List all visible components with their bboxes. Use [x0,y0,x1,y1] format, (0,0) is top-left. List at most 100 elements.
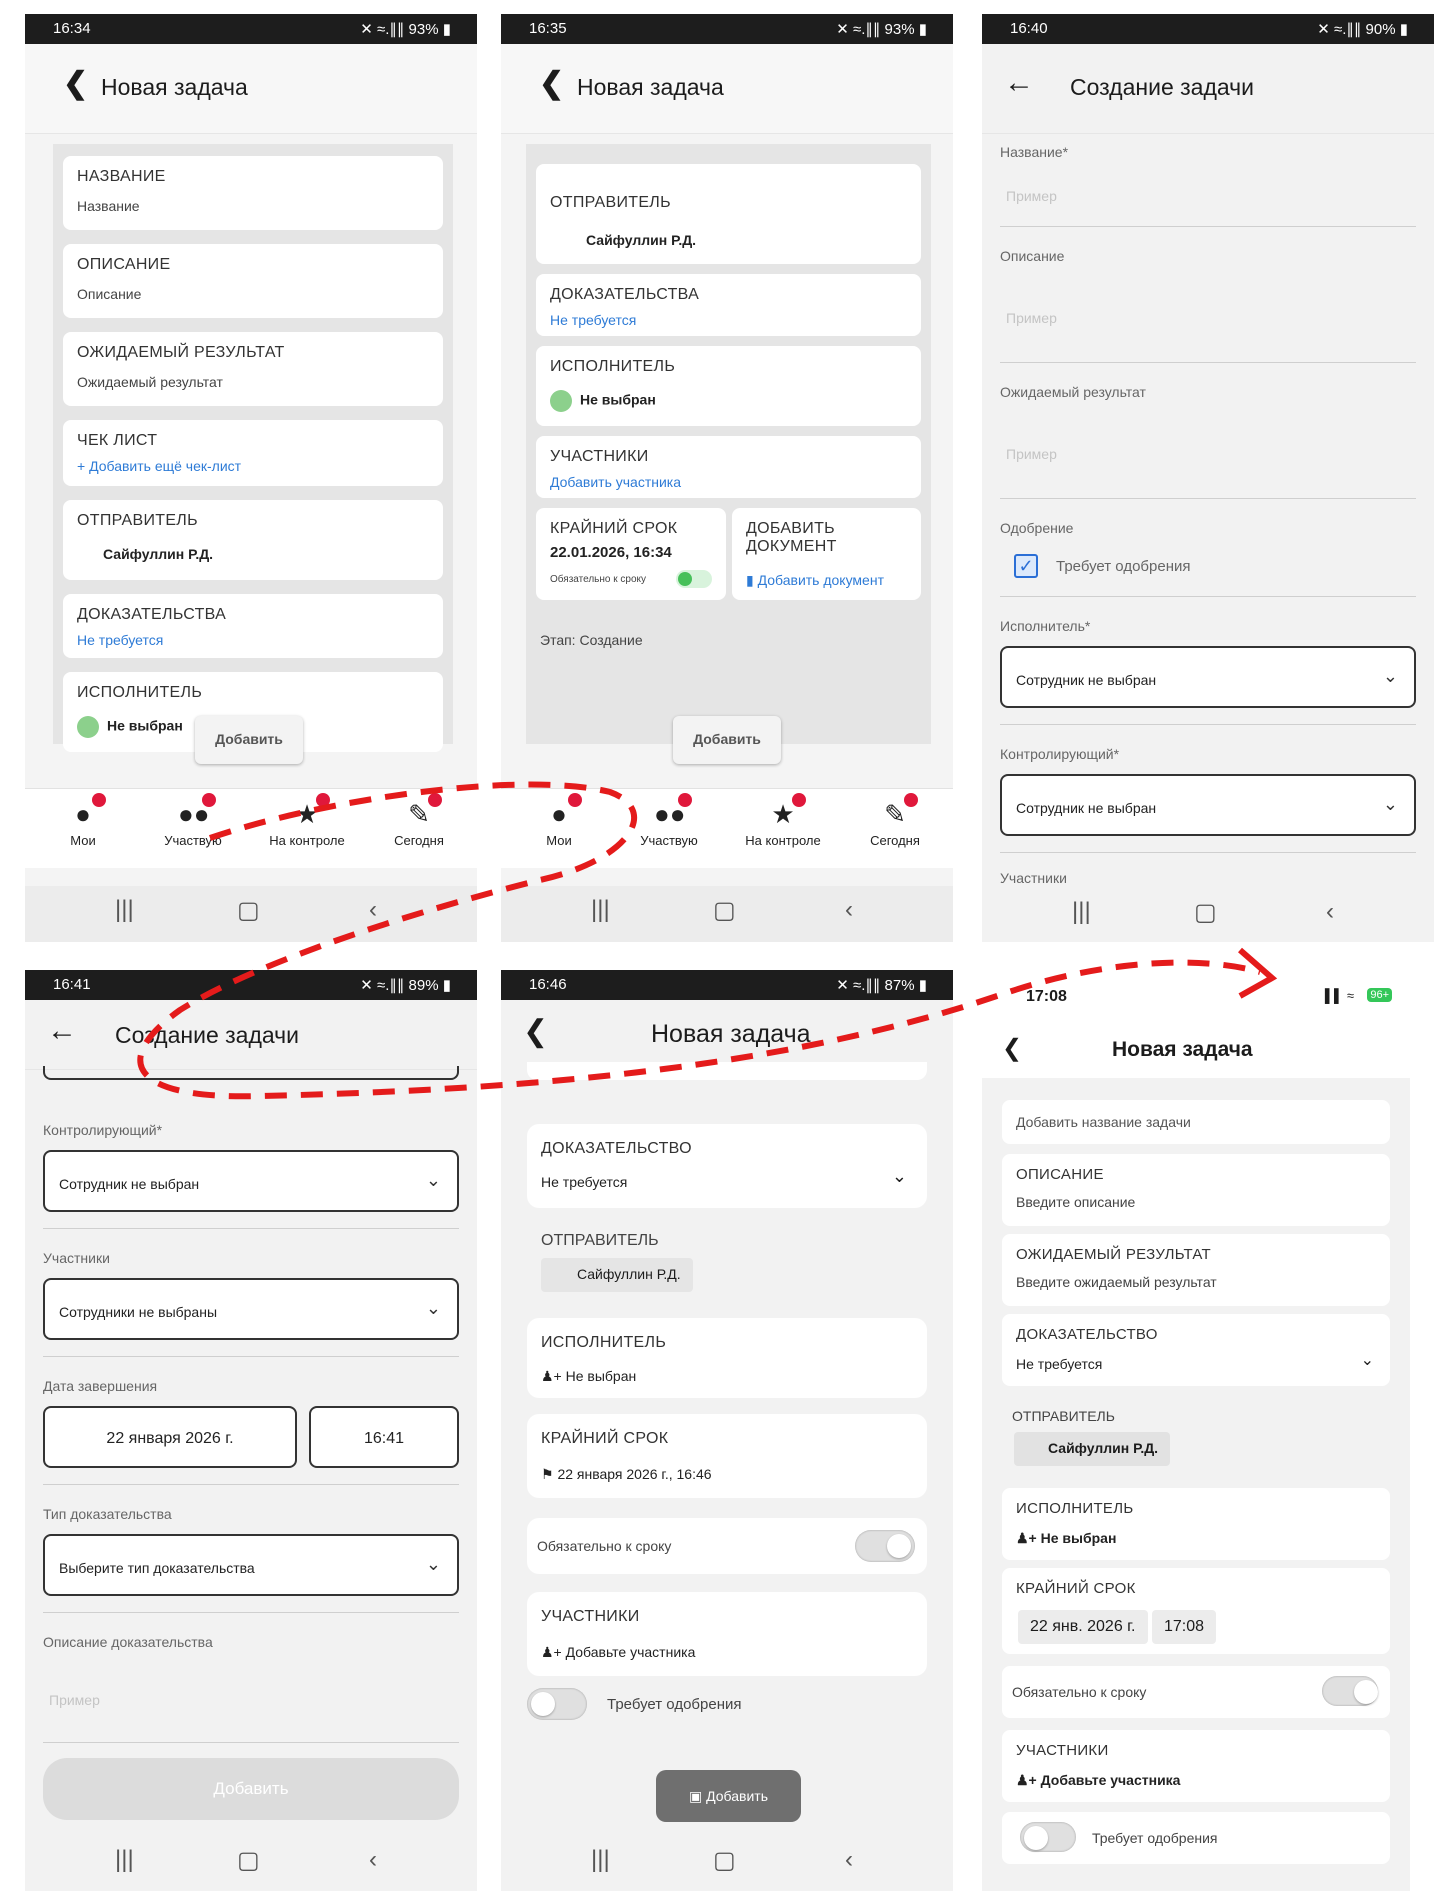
deadline-date-chip[interactable]: 22 янв. 2026 г. [1018,1610,1148,1644]
participants-card[interactable]: УЧАСТНИКИ ♟+ Добавьте участника [1002,1730,1390,1802]
screen-1: 16:34 ✕ ≈.∥∥ 93% ▮ ❮ Новая задача НАЗВАН… [25,14,477,942]
participants-value[interactable]: ♟+ Добавьте участника [1016,1772,1180,1789]
back-icon[interactable]: ❮ [523,1014,548,1049]
back-nav-icon[interactable]: ‹ [369,896,377,924]
controller-select[interactable]: Сотрудник не выбран ⌄ [43,1150,459,1212]
description-input[interactable]: Пример [1006,310,1057,326]
back-arrow-icon[interactable]: ← [1004,66,1034,100]
recent-apps-icon[interactable]: ||| [115,896,134,924]
add-button[interactable]: Добавить [43,1758,459,1820]
strict-deadline-toggle[interactable] [676,570,712,588]
evidence-value[interactable]: Не требуется [550,312,636,328]
status-icons: ✕ ≈.∥∥ 87% ▮ [836,977,927,994]
executor-card[interactable]: ИСПОЛНИТЕЛЬ Не выбран [536,346,921,426]
form-area: ОТПРАВИТЕЛЬ Сайфуллин Р.Д. ДОКАЗАТЕЛЬСТВ… [526,144,931,744]
tab-today[interactable]: ✎ Сегодня [369,789,469,848]
controller-select[interactable]: Сотрудник не выбран ⌄ [1000,774,1416,836]
add-button[interactable]: Добавить [673,716,781,764]
result-card[interactable]: ОЖИДАЕМЫЙ РЕЗУЛЬТАТ Ожидаемый результат [63,332,443,406]
approval-toggle[interactable] [527,1688,587,1720]
evidence-card[interactable]: ДОКАЗАТЕЛЬСТВА Не требуется [63,594,443,658]
approval-card: Требует одобрения [1002,1812,1390,1864]
deadline-value[interactable]: 22.01.2026, 16:34 [550,544,672,561]
evidence-description-input[interactable]: Пример [49,1692,100,1708]
executor-value[interactable]: Не выбран [77,716,183,738]
tab-mine[interactable]: ● Мои [509,789,609,848]
executor-value: Сотрудник не выбран [1016,672,1157,688]
back-nav-icon[interactable]: ‹ [369,1846,377,1874]
description-card[interactable]: ОПИСАНИЕ Введите описание [1002,1154,1390,1226]
description-card[interactable]: ОПИСАНИЕ Описание [63,244,443,318]
back-icon[interactable]: ❮ [1002,1034,1022,1063]
tab-control[interactable]: ★ На контроле [257,789,357,848]
date-input[interactable]: 22 января 2026 г. [43,1406,297,1468]
recent-apps-icon[interactable]: ||| [591,896,610,924]
participants-select[interactable]: Сотрудники не выбраны ⌄ [43,1278,459,1340]
home-icon[interactable]: ▢ [1194,898,1217,927]
add-checklist-link[interactable]: + Добавить ещё чек-лист [77,458,241,474]
description-input[interactable]: Введите описание [1016,1194,1135,1210]
evidence-type-select[interactable]: Выберите тип доказательства ⌄ [43,1534,459,1596]
strict-deadline-toggle[interactable] [1322,1676,1378,1706]
evidence-card[interactable]: ДОКАЗАТЕЛЬСТВА Не требуется [536,274,921,336]
executor-select[interactable]: Сотрудник не выбран ⌄ [1000,646,1416,708]
evidence-card[interactable]: ДОКАЗАТЕЛЬСТВО Не требуется ⌄ [1002,1314,1390,1386]
result-input[interactable]: Введите ожидаемый результат [1016,1274,1217,1290]
approval-checkbox[interactable]: ✓ [1014,554,1038,578]
back-arrow-icon[interactable]: ← [47,1014,77,1048]
deadline-card[interactable]: КРАЙНИЙ СРОК 22.01.2026, 16:34 Обязатель… [536,508,726,600]
back-nav-icon[interactable]: ‹ [845,1846,853,1874]
tab-participating[interactable]: ●● Участвую [143,789,243,848]
evidence-value[interactable]: Не требуется [541,1174,627,1190]
executor-value[interactable]: ♟+ Не выбран [541,1368,636,1385]
participants-card[interactable]: УЧАСТНИКИ Добавить участника [536,436,921,498]
add-participant-link[interactable]: Добавить участника [550,474,681,490]
deadline-value[interactable]: ⚑ 22 января 2026 г., 16:46 [541,1466,712,1483]
name-input[interactable]: Название [77,198,140,214]
approval-toggle[interactable] [1020,1822,1076,1852]
time-input[interactable]: 16:41 [309,1406,459,1468]
back-icon[interactable]: ❮ [539,66,564,101]
description-input[interactable]: Описание [77,286,141,302]
home-icon[interactable]: ▢ [237,896,260,925]
home-icon[interactable]: ▢ [713,1846,736,1875]
evidence-card[interactable]: ДОКАЗАТЕЛЬСТВО Не требуется ⌄ [527,1124,927,1208]
deadline-time-chip[interactable]: 17:08 [1152,1610,1217,1644]
executor-value[interactable]: ♟+ Не выбран [1016,1530,1116,1547]
deadline-card[interactable]: КРАЙНИЙ СРОК 22 янв. 2026 г. 17:08 [1002,1568,1390,1654]
evidence-value[interactable]: Не требуется [1016,1356,1102,1372]
evidence-value[interactable]: Не требуется [77,632,163,648]
name-card[interactable]: НАЗВАНИЕ Название [63,156,443,230]
recent-apps-icon[interactable]: ||| [591,1846,610,1874]
tab-participating[interactable]: ●● Участвую [619,789,719,848]
name-card[interactable]: Добавить название задачи [1002,1100,1390,1144]
back-nav-icon[interactable]: ‹ [845,896,853,924]
recent-apps-icon[interactable]: ||| [115,1846,134,1874]
name-input[interactable]: Добавить название задачи [1016,1114,1191,1130]
add-document-link[interactable]: ▮ Добавить документ [746,572,884,589]
tab-today[interactable]: ✎ Сегодня [845,789,945,848]
tab-control[interactable]: ★ На контроле [733,789,833,848]
home-icon[interactable]: ▢ [713,896,736,925]
deadline-card[interactable]: КРАЙНИЙ СРОК ⚑ 22 января 2026 г., 16:46 [527,1414,927,1498]
add-button[interactable]: Добавить [195,716,303,764]
participants-card[interactable]: УЧАСТНИКИ ♟+ Добавьте участника [527,1592,927,1676]
recent-apps-icon[interactable]: ||| [1072,898,1091,926]
tab-mine[interactable]: ● Мои [33,789,133,848]
executor-card[interactable]: ИСПОЛНИТЕЛЬ ♟+ Не выбран [527,1318,927,1398]
android-nav-bar: ||| ▢ ‹ [25,1836,477,1891]
strict-deadline-toggle[interactable] [855,1530,915,1562]
result-input[interactable]: Ожидаемый результат [77,374,223,390]
participants-value[interactable]: ♟+ Добавьте участника [541,1644,695,1661]
add-button[interactable]: ▣ Добавить [656,1770,801,1822]
result-input[interactable]: Пример [1006,446,1057,462]
back-icon[interactable]: ❮ [63,66,88,101]
add-document-card[interactable]: ДОБАВИТЬ ДОКУМЕНТ ▮ Добавить документ [732,508,921,600]
name-input[interactable]: Пример [1006,188,1057,204]
home-icon[interactable]: ▢ [237,1846,260,1875]
result-card[interactable]: ОЖИДАЕМЫЙ РЕЗУЛЬТАТ Введите ожидаемый ре… [1002,1234,1390,1306]
strict-deadline-label: Обязательно к сроку [550,574,646,585]
executor-card[interactable]: ИСПОЛНИТЕЛЬ ♟+ Не выбран [1002,1488,1390,1560]
executor-value[interactable]: Не выбран [550,390,656,412]
back-nav-icon[interactable]: ‹ [1326,898,1334,926]
